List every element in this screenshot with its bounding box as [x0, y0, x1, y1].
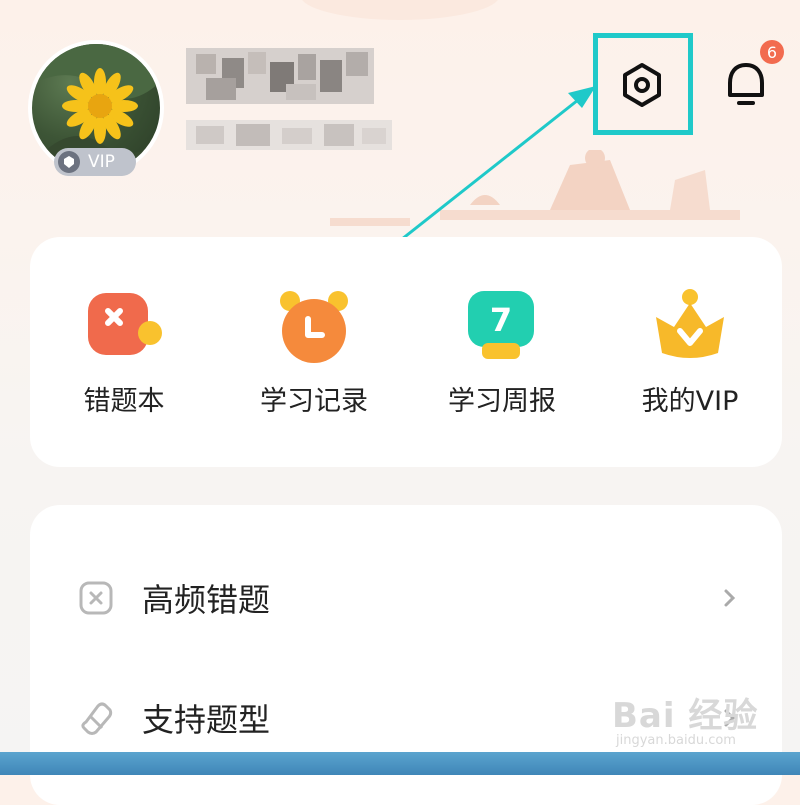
eraser-icon: [81, 702, 113, 735]
vip-badge[interactable]: VIP: [54, 148, 136, 176]
alarm-clock-icon: [280, 291, 348, 363]
menu-item-label: 支持题型: [142, 701, 271, 739]
watermark-main-text: Bai 经验: [612, 696, 759, 736]
vip-badge-label: VIP: [88, 152, 115, 172]
username-blurred[interactable]: [186, 48, 374, 104]
avatar-wrapper[interactable]: VIP: [28, 40, 164, 176]
system-taskbar: [0, 752, 800, 775]
x-square-icon: [79, 581, 113, 615]
bell-icon: [728, 63, 764, 105]
vip-shield-icon: [58, 151, 80, 173]
quick-action-my-vip[interactable]: 我的VIP: [610, 287, 770, 418]
wrong-book-icon: [88, 293, 162, 355]
baidu-jingyan-watermark: Bai 经验 jingyan.baidu.com: [612, 688, 758, 748]
settings-highlight-box: [593, 33, 693, 135]
notification-button[interactable]: [720, 58, 772, 110]
menu-item-label: 高频错题: [142, 581, 271, 619]
calendar-7-icon: 7: [468, 291, 534, 359]
quick-action-label: 学习记录: [260, 386, 368, 417]
quick-action-label: 错题本: [83, 386, 165, 417]
quick-action-study-record[interactable]: 学习记录: [234, 287, 394, 418]
user-subtitle-blurred: [186, 120, 392, 150]
quick-action-label: 我的VIP: [641, 386, 739, 417]
quick-actions-card: 错题本 学习记录 7 学习周报 我的VIP: [30, 237, 782, 467]
menu-item-frequent-mistakes[interactable]: 高频错题: [30, 563, 782, 633]
notification-count-badge: 6: [760, 40, 784, 64]
quick-action-label: 学习周报: [448, 386, 556, 417]
svg-text:7: 7: [490, 301, 512, 339]
background-decoration: [300, 0, 500, 20]
quick-action-weekly-report[interactable]: 7 学习周报: [422, 287, 582, 418]
quick-action-wrong-book[interactable]: 错题本: [44, 287, 204, 418]
chevron-right-icon: [724, 589, 736, 607]
crown-icon: [656, 289, 724, 358]
background-illustration: [330, 150, 740, 226]
